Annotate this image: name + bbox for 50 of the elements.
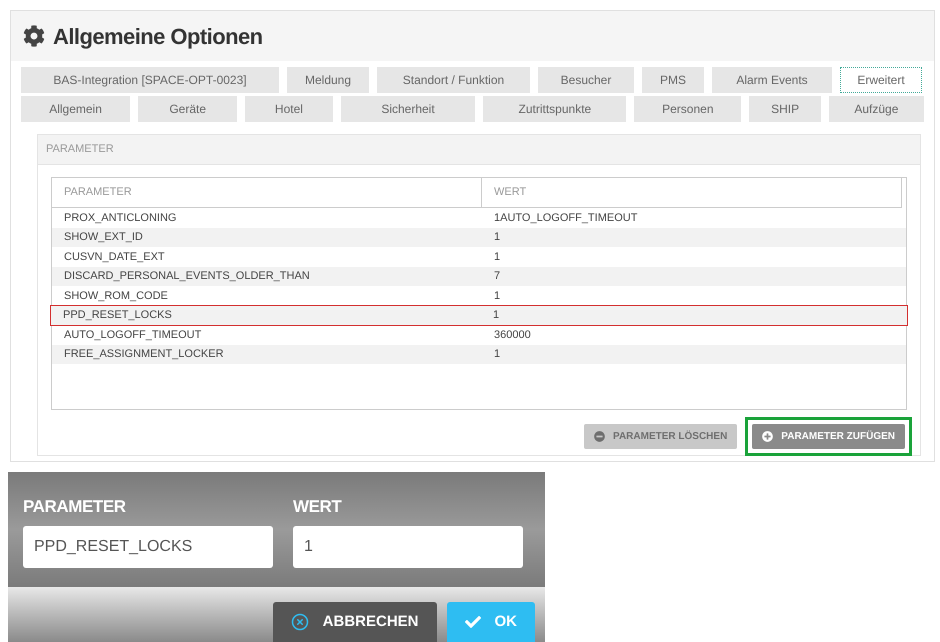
column-header: PARAMETER: [52, 178, 482, 207]
check-icon: [464, 614, 480, 630]
tab[interactable]: Aufzüge: [828, 96, 924, 122]
table-cell-text: 1: [493, 250, 502, 264]
tab[interactable]: BAS-Integration [SPACE-OPT-0023]: [21, 67, 279, 93]
cancel-icon: [290, 613, 309, 631]
table-cell-text: 1: [493, 288, 502, 304]
tab[interactable]: SHIP: [749, 96, 821, 122]
table-cell-text: PROX_ANTICLONING: [63, 210, 178, 226]
minus-icon: [594, 431, 606, 442]
table-cell-text: SHOW_ROM_CODE: [63, 288, 169, 304]
field-label: PARAMETER: [23, 496, 127, 518]
table-cell-text: DISCARD_PERSONAL_EVENTS_OLDER_THAN: [63, 269, 311, 284]
panel-title: PARAMETER: [46, 142, 114, 158]
field-label: WERT: [293, 496, 343, 518]
table-row[interactable]: DISCARD_PERSONAL_EVENTS_OLDER_THAN 7: [52, 266, 906, 286]
add-parameter-button[interactable]: PARAMETER ZUFÜGEN: [752, 424, 905, 449]
table-cell-text: CUSVN_DATE_EXT: [63, 250, 166, 264]
table-cell-text: PPD_RESET_LOCKS: [62, 308, 173, 323]
table-row[interactable]: PPD_RESET_LOCKS 1: [51, 306, 907, 325]
input-field[interactable]: 1: [293, 526, 523, 568]
table-cell-text: 1: [493, 230, 502, 245]
table-row[interactable]: FREE_ASSIGNMENT_LOCKER 1: [52, 344, 906, 364]
tab[interactable]: PMS: [642, 67, 704, 93]
column-header: WERT: [493, 185, 528, 200]
plus-icon: [762, 431, 774, 442]
cancel-button[interactable]: ABBRECHEN: [272, 602, 436, 642]
tab[interactable]: Standort / Funktion: [377, 67, 530, 93]
window-title: Allgemeine Optionen: [53, 22, 263, 51]
tab[interactable]: Geräte: [138, 96, 238, 122]
tab[interactable]: Allgemein: [21, 96, 130, 122]
table-cell-text: AUTO_LOGOFF_TIMEOUT: [63, 328, 202, 342]
table-cell-text: FREE_ASSIGNMENT_LOCKER: [63, 347, 225, 362]
tab[interactable]: Zutrittspunkte: [483, 96, 626, 122]
table-row[interactable]: SHOW_EXT_ID 1: [52, 228, 906, 247]
tab[interactable]: Hotel: [245, 96, 333, 122]
tab[interactable]: Meldung: [287, 67, 369, 93]
input-field[interactable]: PPD_RESET_LOCKS: [23, 526, 273, 568]
tab[interactable]: Besucher: [538, 67, 634, 93]
table-cell-text: 1AUTO_LOGOFF_TIMEOUT: [493, 210, 638, 226]
tab[interactable]: Personen: [634, 96, 742, 122]
tab[interactable]: Erweitert: [840, 67, 922, 93]
table-cell-text: 1: [492, 308, 500, 323]
table-cell-text: 7: [493, 269, 502, 284]
tab[interactable]: Sicherheit: [340, 96, 476, 122]
table-cell-text: SHOW_EXT_ID: [63, 230, 144, 245]
table-cell-text: 1: [493, 347, 502, 362]
gear-icon: [23, 25, 45, 47]
table-cell-text: 360000: [493, 328, 532, 342]
tab[interactable]: Alarm Events: [712, 67, 832, 93]
